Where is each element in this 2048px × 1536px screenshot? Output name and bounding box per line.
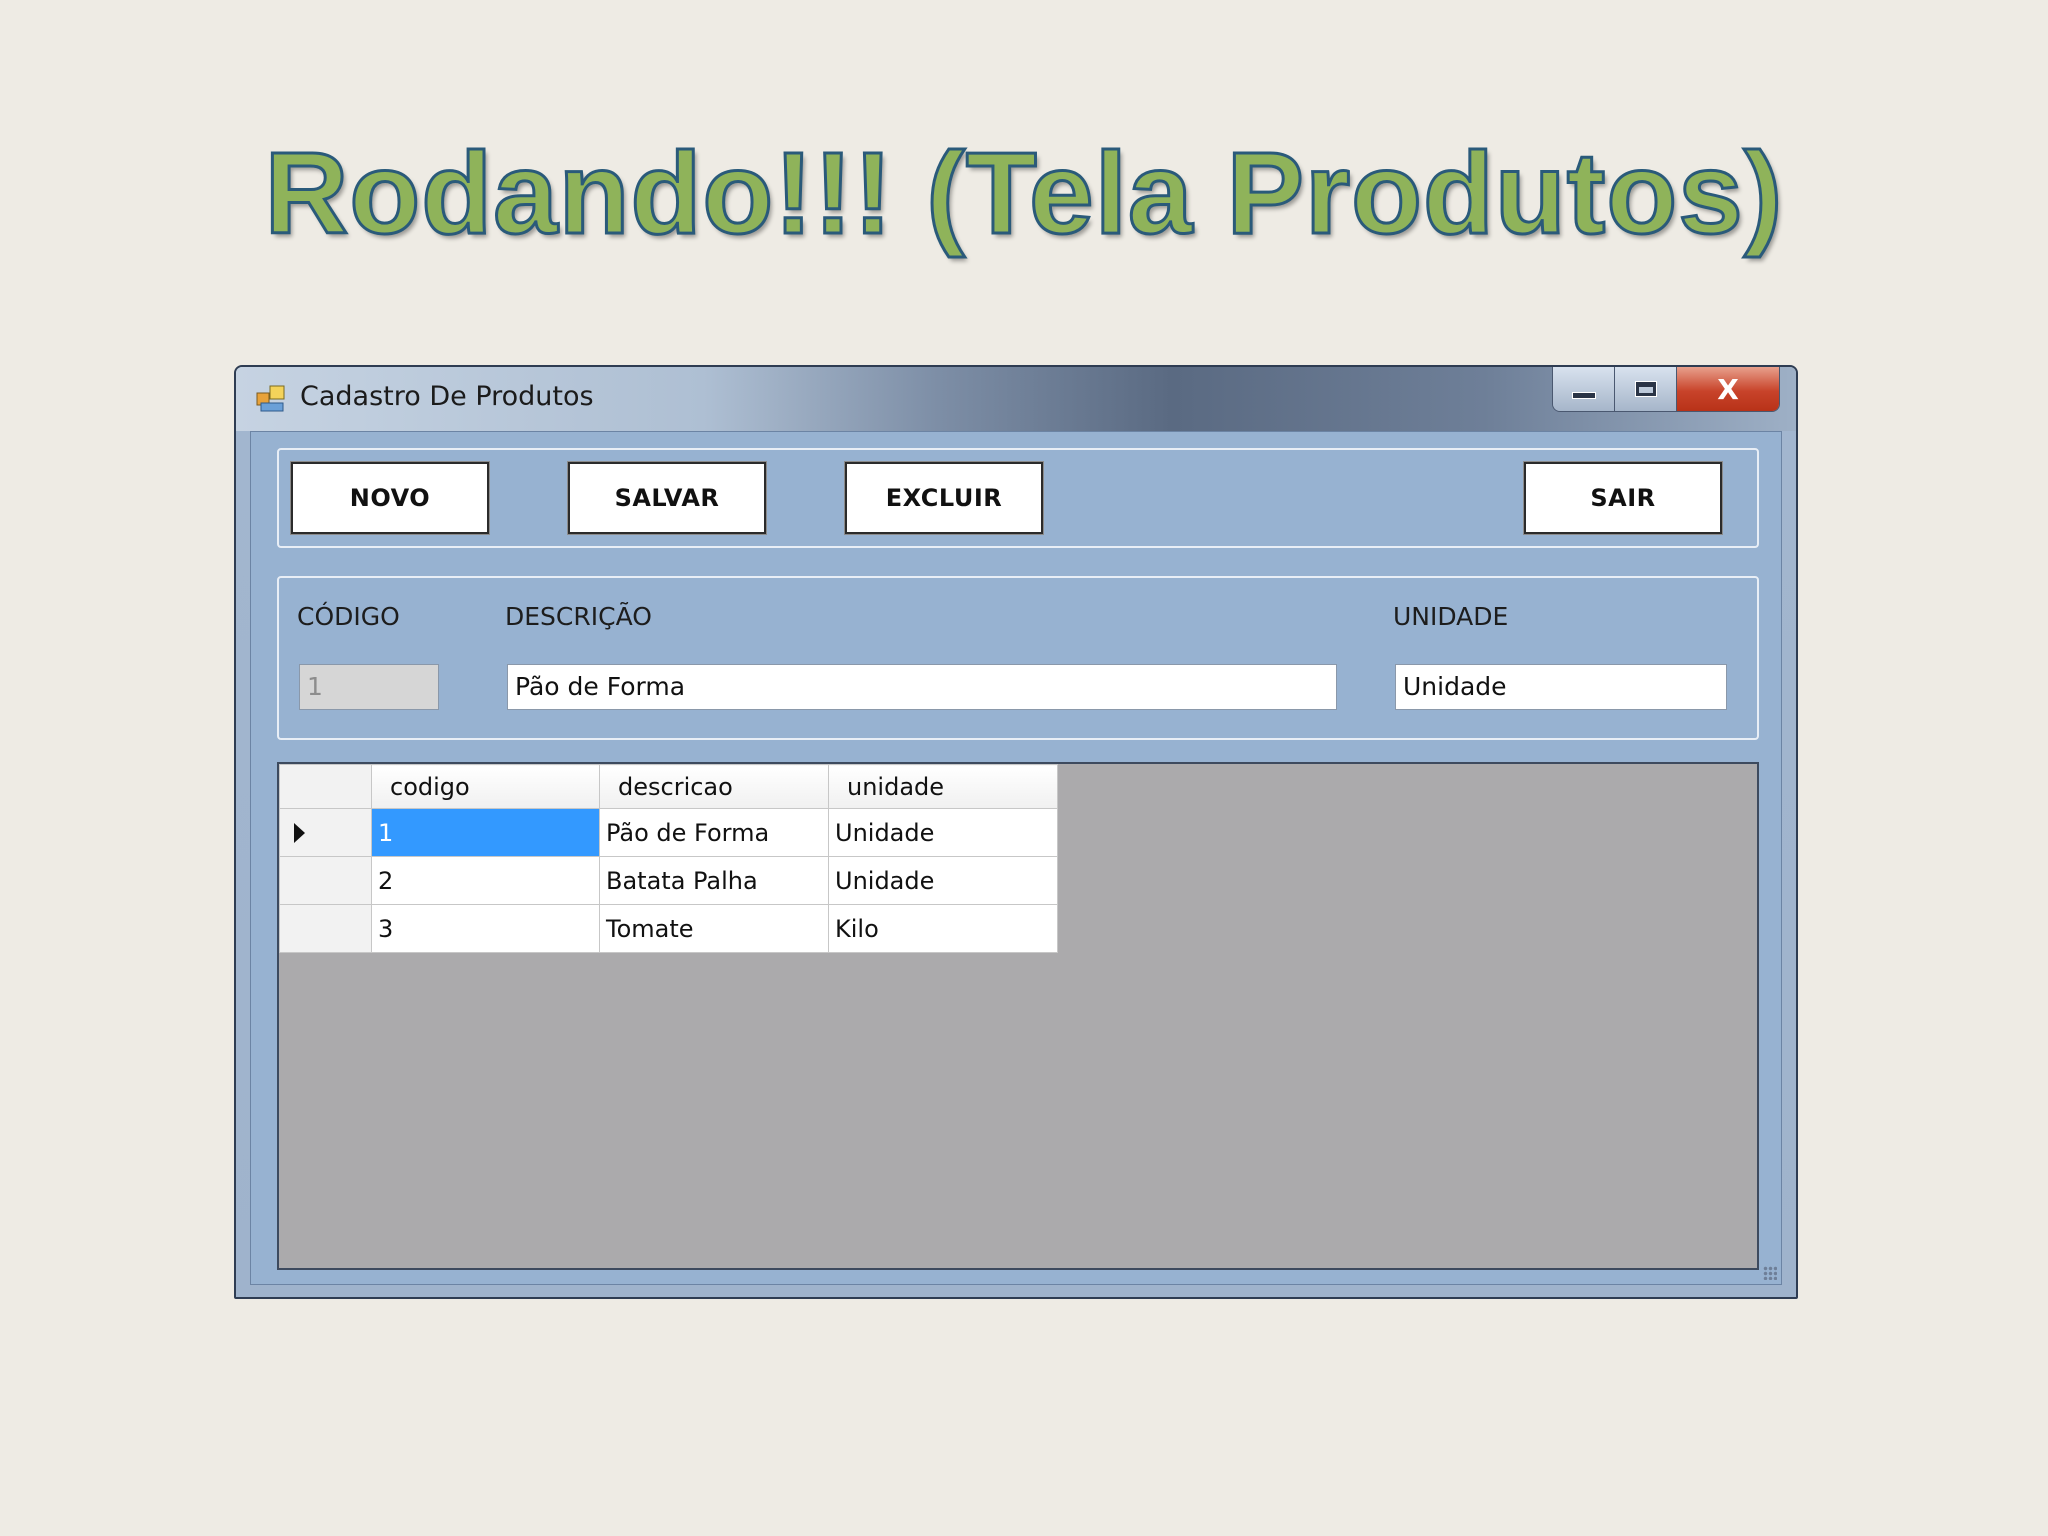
app-form-icon <box>256 385 285 412</box>
window-titlebar[interactable]: Cadastro De Produtos X <box>236 367 1796 431</box>
column-header-unidade[interactable]: unidade <box>828 764 1058 809</box>
app-window: Cadastro De Produtos X NOVO SALVAR EXCLU… <box>234 365 1798 1299</box>
cell-codigo[interactable]: 1 <box>371 808 600 857</box>
cell-unidade[interactable]: Unidade <box>828 856 1058 905</box>
cell-descricao[interactable]: Pão de Forma <box>599 808 829 857</box>
current-row-arrow-icon <box>294 822 305 843</box>
toolbar-group: NOVO SALVAR EXCLUIR SAIR <box>277 448 1759 548</box>
cell-codigo[interactable]: 2 <box>371 856 600 905</box>
excluir-button[interactable]: EXCLUIR <box>844 461 1044 535</box>
sair-button[interactable]: SAIR <box>1523 461 1723 535</box>
codigo-label: CÓDIGO <box>297 602 400 631</box>
minimize-button[interactable] <box>1553 367 1615 411</box>
row-header[interactable] <box>279 904 372 953</box>
cell-codigo[interactable]: 3 <box>371 904 600 953</box>
salvar-button[interactable]: SALVAR <box>567 461 767 535</box>
descricao-label: DESCRIÇÃO <box>505 602 652 631</box>
row-header-corner[interactable] <box>279 764 372 809</box>
products-table: codigo descricao unidade 1 Pão de Forma … <box>279 764 1058 953</box>
table-row[interactable]: 3 Tomate Kilo <box>279 904 1058 953</box>
cell-descricao[interactable]: Batata Palha <box>599 856 829 905</box>
minimize-icon <box>1571 391 1596 399</box>
cell-unidade[interactable]: Unidade <box>828 808 1058 857</box>
column-header-codigo[interactable]: codigo <box>371 764 600 809</box>
cell-descricao[interactable]: Tomate <box>599 904 829 953</box>
table-row[interactable]: 1 Pão de Forma Unidade <box>279 808 1058 857</box>
codigo-field[interactable]: 1 <box>299 664 439 710</box>
close-button[interactable]: X <box>1677 367 1779 411</box>
window-client-area: NOVO SALVAR EXCLUIR SAIR CÓDIGO 1 DESCRI… <box>250 431 1782 1285</box>
maximize-button[interactable] <box>1615 367 1677 411</box>
cell-unidade[interactable]: Kilo <box>828 904 1058 953</box>
row-header-current[interactable] <box>279 808 372 857</box>
slide-title: Rodando!!! (Tela Produtos) <box>263 127 1784 260</box>
unidade-label: UNIDADE <box>1393 602 1509 631</box>
novo-button[interactable]: NOVO <box>290 461 490 535</box>
window-title: Cadastro De Produtos <box>300 381 594 412</box>
window-controls: X <box>1552 367 1780 412</box>
table-row[interactable]: 2 Batata Palha Unidade <box>279 856 1058 905</box>
row-header[interactable] <box>279 856 372 905</box>
products-data-grid[interactable]: codigo descricao unidade 1 Pão de Forma … <box>277 762 1759 1270</box>
table-header-row: codigo descricao unidade <box>279 764 1058 809</box>
column-header-descricao[interactable]: descricao <box>599 764 829 809</box>
unidade-field[interactable]: Unidade <box>1395 664 1727 710</box>
resize-grip-icon[interactable] <box>1763 1266 1777 1280</box>
close-icon: X <box>1717 372 1739 406</box>
descricao-field[interactable]: Pão de Forma <box>507 664 1337 710</box>
maximize-icon <box>1634 381 1657 397</box>
form-group: CÓDIGO 1 DESCRIÇÃO Pão de Forma UNIDADE … <box>277 576 1759 740</box>
